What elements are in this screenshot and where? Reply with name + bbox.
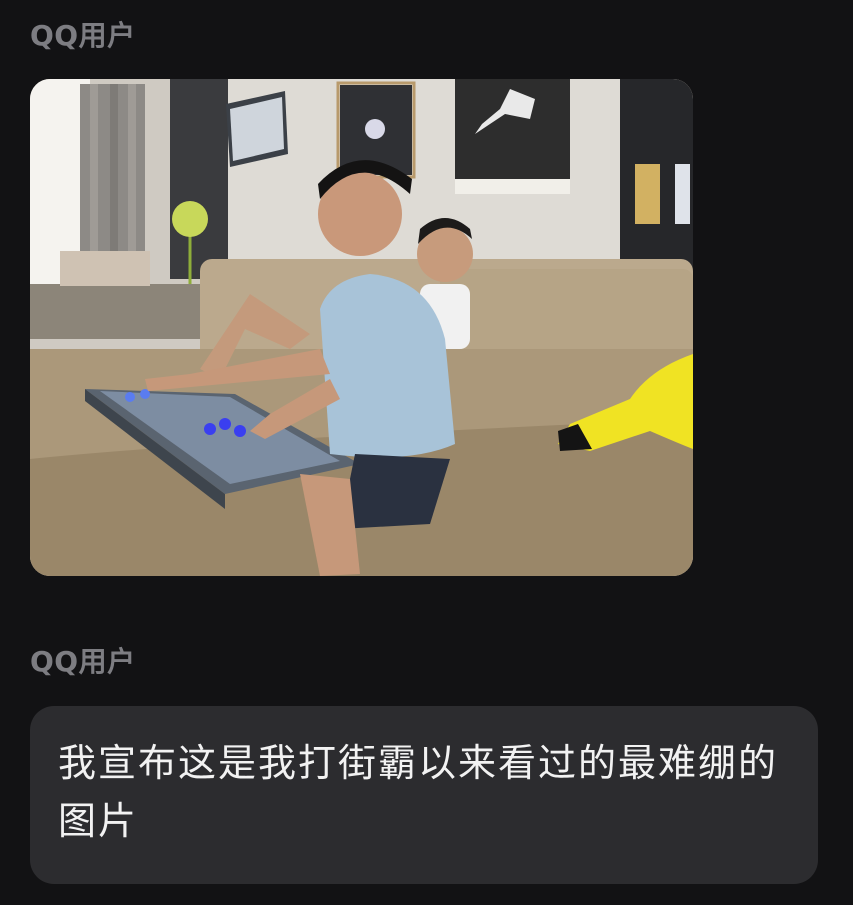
message-text: 我宣布这是我打街霸以来看过的最难绷的图片 [58,741,779,843]
sender-name: QQ用户 [30,19,136,52]
sender-name: QQ用户 [30,645,136,678]
image-message[interactable] [30,79,693,576]
photo-image [30,79,693,576]
text-message-bubble[interactable]: 我宣布这是我打街霸以来看过的最难绷的图片 [30,706,818,884]
